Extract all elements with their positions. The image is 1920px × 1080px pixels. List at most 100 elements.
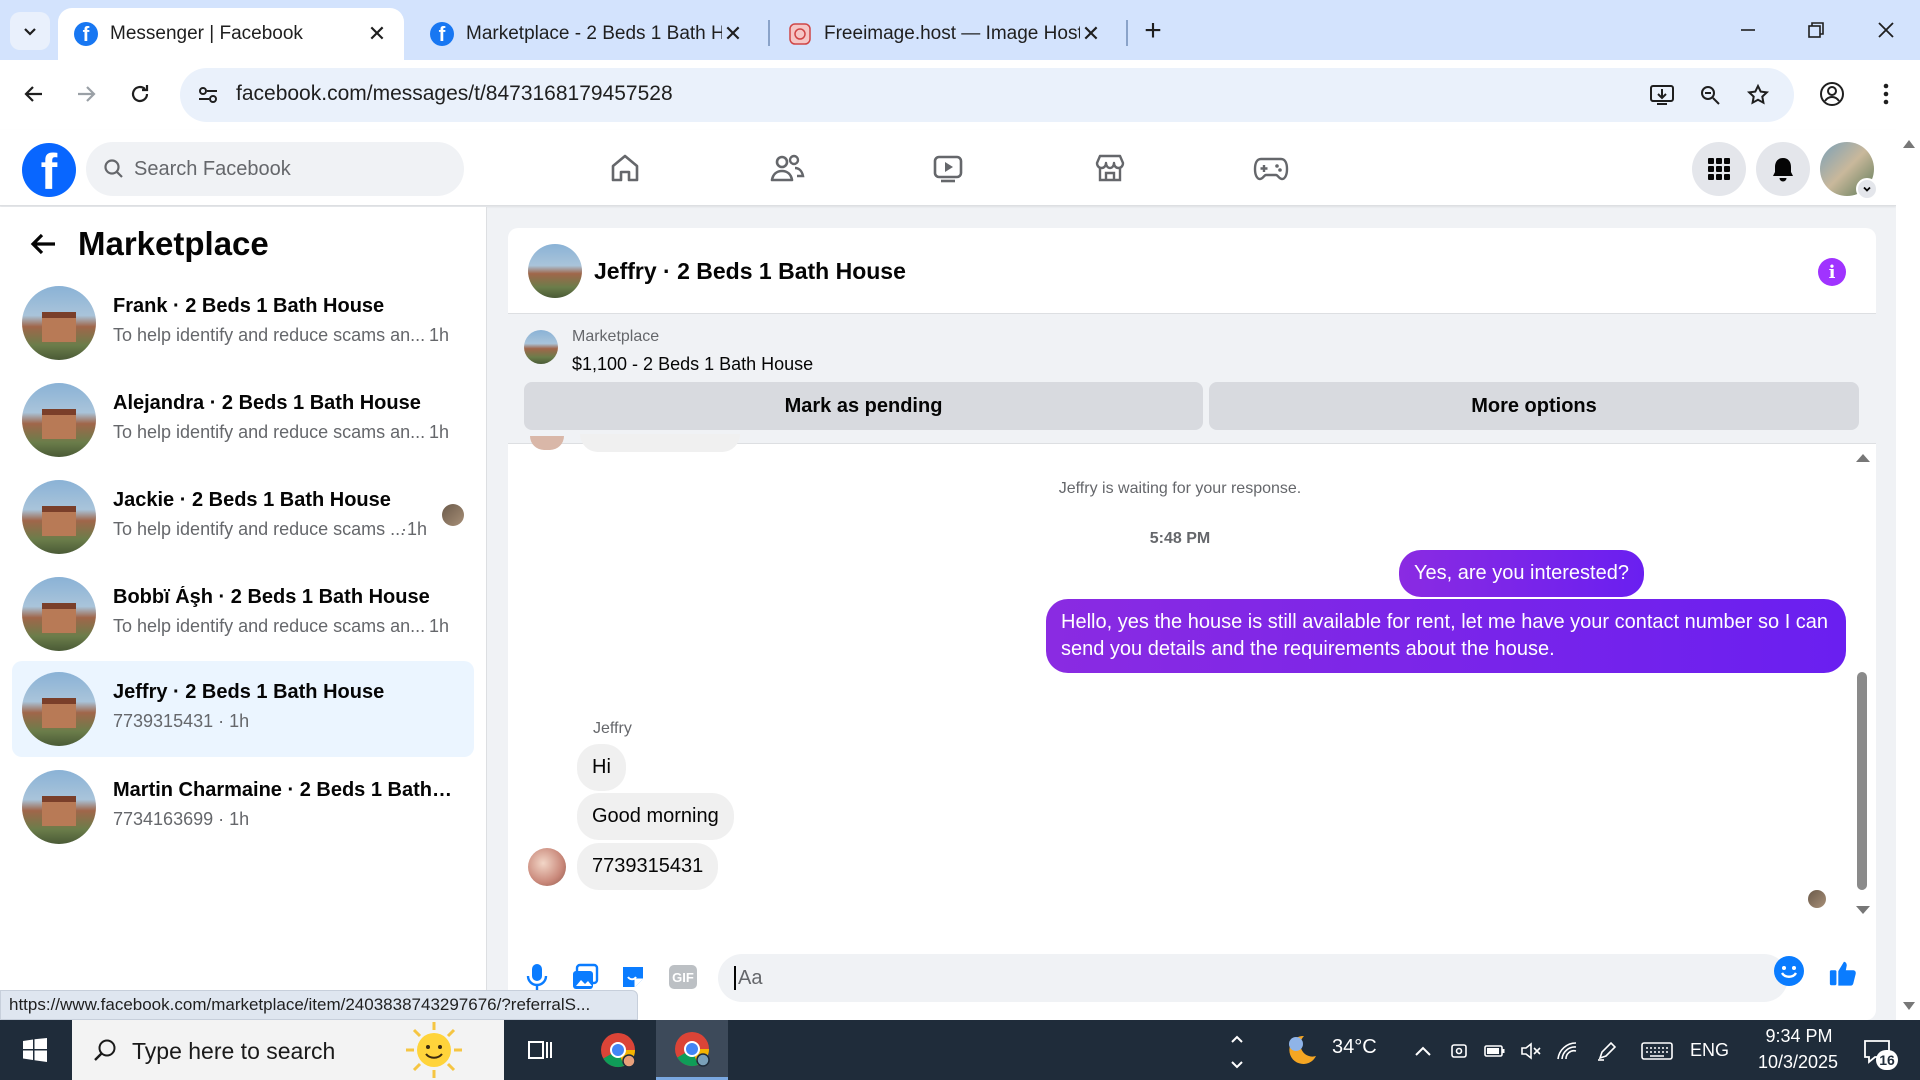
windows-start-button[interactable] xyxy=(14,1034,56,1066)
account-avatar[interactable] xyxy=(1820,142,1878,200)
close-tab-icon[interactable]: ✕ xyxy=(1080,21,1102,46)
minimize-button[interactable] xyxy=(1720,10,1776,50)
more-options-button[interactable]: More options xyxy=(1209,382,1859,430)
chat-title[interactable]: Jeffry · 2 Beds 1 Bath House xyxy=(594,258,906,285)
listing-price-title[interactable]: $1,100 - 2 Beds 1 Bath House xyxy=(572,354,813,375)
nav-gaming-button[interactable] xyxy=(1249,146,1293,190)
reload-button[interactable] xyxy=(120,74,160,114)
site-settings-icon[interactable] xyxy=(194,81,222,109)
close-tab-icon[interactable]: ✕ xyxy=(366,21,388,46)
listing-thumbnail[interactable] xyxy=(524,330,558,364)
weather-moon-icon[interactable] xyxy=(1282,1032,1320,1068)
conversation-item[interactable]: Frank · 2 Beds 1 Bath House To help iden… xyxy=(12,275,474,371)
taskbar-scroll-down-icon[interactable] xyxy=(1226,1054,1248,1076)
conversation-item[interactable]: Jackie · 2 Beds 1 Bath House To help ide… xyxy=(12,469,474,565)
nav-home-button[interactable] xyxy=(603,146,647,190)
bookmark-star-icon[interactable] xyxy=(1744,81,1772,109)
back-button[interactable] xyxy=(26,227,60,261)
input-language[interactable]: ENG xyxy=(1690,1040,1729,1061)
conversation-time: 1h xyxy=(429,422,450,442)
page-scrollbar[interactable] xyxy=(1896,130,1920,1020)
incoming-message[interactable]: 7739315431 xyxy=(577,843,719,890)
weather-temperature[interactable]: 34°C xyxy=(1332,1036,1377,1059)
message-scrollbar[interactable] xyxy=(1854,452,1870,914)
tab-messenger[interactable]: f Messenger | Facebook ✕ xyxy=(58,8,404,60)
close-tab-icon[interactable]: ✕ xyxy=(722,21,744,46)
chevron-down-icon xyxy=(24,28,36,36)
show-hidden-icons-chevron-icon[interactable] xyxy=(1412,1040,1434,1062)
tab-marketplace[interactable]: f Marketplace - 2 Beds 1 Bath Ho ✕ xyxy=(414,8,760,60)
search-input[interactable] xyxy=(134,142,454,196)
facebook-logo-icon[interactable]: f xyxy=(22,143,76,197)
nav-video-button[interactable] xyxy=(926,146,970,190)
install-app-icon[interactable] xyxy=(1648,81,1676,109)
task-view-button[interactable] xyxy=(504,1020,576,1080)
taskbar-chrome-app[interactable] xyxy=(582,1020,654,1080)
notifications-center-icon[interactable]: 16 xyxy=(1858,1036,1898,1070)
arrow-right-icon xyxy=(78,86,96,102)
taskbar-scroll-up-icon[interactable] xyxy=(1226,1028,1248,1050)
clock-date[interactable]: 10/3/2025 xyxy=(1748,1052,1848,1073)
back-button[interactable] xyxy=(14,74,54,114)
system-message: Jeffry is waiting for your response. xyxy=(1058,480,1302,497)
tab-separator xyxy=(1126,20,1128,46)
nav-marketplace-button[interactable] xyxy=(1088,146,1132,190)
message-input[interactable] xyxy=(734,966,1734,990)
scroll-up-arrow-icon[interactable] xyxy=(1903,140,1915,148)
outgoing-message[interactable]: Yes, are you interested? xyxy=(1399,550,1644,597)
tab-freeimage[interactable]: Freeimage.host — Image Hostir ✕ xyxy=(772,8,1118,60)
close-icon xyxy=(1878,22,1894,38)
incoming-message[interactable]: Good morning xyxy=(577,793,734,840)
like-thumbs-up-icon[interactable] xyxy=(1828,958,1858,988)
arrow-left-icon xyxy=(30,233,55,255)
browser-menu-button[interactable] xyxy=(1866,74,1906,114)
microphone-icon[interactable] xyxy=(522,962,552,992)
volume-muted-icon[interactable] xyxy=(1520,1040,1542,1062)
wifi-icon[interactable] xyxy=(1556,1040,1578,1062)
sticker-icon[interactable] xyxy=(618,962,648,992)
address-bar[interactable]: facebook.com/messages/t/8473168179457528 xyxy=(180,68,1794,122)
incoming-message[interactable]: Hi xyxy=(577,744,626,791)
touch-keyboard-icon[interactable] xyxy=(1640,1040,1674,1062)
scroll-down-arrow-icon[interactable] xyxy=(1856,906,1870,914)
restore-button[interactable] xyxy=(1788,10,1844,50)
listing-label: Marketplace xyxy=(572,328,660,345)
scrollbar-thumb[interactable] xyxy=(1857,672,1867,890)
listing-thumbnail[interactable] xyxy=(528,244,582,298)
conversation-item[interactable]: Alejandra · 2 Beds 1 Bath House To help … xyxy=(12,372,474,468)
new-tab-button[interactable]: + xyxy=(1136,14,1170,48)
url-text[interactable]: facebook.com/messages/t/8473168179457528 xyxy=(236,82,673,106)
avatar[interactable] xyxy=(528,848,566,886)
battery-icon[interactable] xyxy=(1484,1040,1506,1062)
taskbar-chrome-app-active[interactable] xyxy=(656,1020,728,1080)
emoji-icon[interactable] xyxy=(1774,956,1804,986)
conversation-item[interactable]: Bobbï Áşh · 2 Beds 1 Bath House To help … xyxy=(12,566,474,662)
clock-time[interactable]: 9:34 PM xyxy=(1754,1026,1844,1047)
conversation-item[interactable]: Martin Charmaine · 2 Beds 1 Bath ... 773… xyxy=(12,759,474,855)
scroll-up-arrow-icon[interactable] xyxy=(1856,454,1870,462)
scroll-down-arrow-icon[interactable] xyxy=(1903,1002,1915,1010)
menu-grid-button[interactable] xyxy=(1692,142,1746,196)
notifications-button[interactable] xyxy=(1756,142,1810,196)
listing-thumbnail xyxy=(22,480,96,554)
notification-count-badge: 16 xyxy=(1876,1050,1898,1070)
profile-button[interactable] xyxy=(1812,74,1852,114)
nav-friends-button[interactable] xyxy=(765,146,809,190)
meet-now-icon[interactable] xyxy=(1448,1040,1470,1062)
zoom-icon[interactable] xyxy=(1696,81,1724,109)
facebook-search[interactable] xyxy=(86,142,464,196)
gif-icon[interactable]: GIF xyxy=(668,962,698,992)
message-input-wrapper[interactable] xyxy=(718,954,1788,1002)
conversation-item-active[interactable]: Jeffry · 2 Beds 1 Bath House 7739315431 … xyxy=(12,661,474,757)
outgoing-message[interactable]: Hello, yes the house is still available … xyxy=(1046,599,1846,673)
close-window-button[interactable] xyxy=(1858,10,1914,50)
info-icon[interactable]: i xyxy=(1818,258,1846,286)
conversation-preview: To help identify and reduce scams an... xyxy=(113,616,426,636)
taskbar-search[interactable]: Type here to search xyxy=(72,1020,504,1080)
mark-as-pending-button[interactable]: Mark as pending xyxy=(524,382,1203,430)
restore-icon xyxy=(1808,22,1824,38)
pen-icon[interactable] xyxy=(1596,1040,1618,1062)
photo-icon[interactable] xyxy=(570,962,600,992)
tab-search-dropdown-button[interactable] xyxy=(10,12,50,50)
forward-button[interactable] xyxy=(66,74,106,114)
